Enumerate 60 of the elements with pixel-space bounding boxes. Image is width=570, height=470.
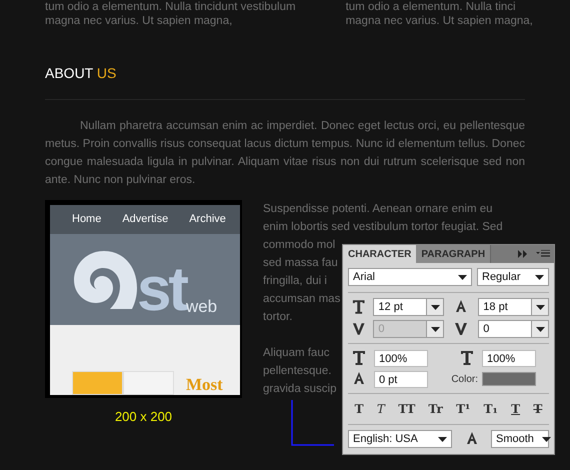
language-dropdown[interactable]: English: USA: [348, 430, 452, 448]
bold-style-button[interactable]: T: [354, 400, 364, 418]
kerning-icon: [350, 320, 368, 338]
strike-style-button[interactable]: T: [533, 400, 542, 418]
dropdown-caret-icon: [542, 436, 551, 442]
vertical-scale-field[interactable]: 100%: [374, 350, 428, 366]
dropdown-caret-icon: [458, 274, 467, 280]
dropdown-caret-icon: [430, 326, 440, 332]
panel-menu-icon[interactable]: [536, 250, 550, 258]
dropdown-caret-icon: [536, 326, 544, 332]
body-text-line: Suspendisse potenti. Aenean ornare enim eu: [263, 202, 493, 217]
anti-aliasing-dropdown[interactable]: Smooth: [491, 430, 549, 448]
vertical-scale-icon: [350, 349, 368, 367]
body-text-line: pellentesque.: [263, 364, 332, 379]
logo-text: st: [137, 265, 186, 315]
panel-tab[interactable]: CHARACTER: [343, 245, 416, 263]
tracking-dropdown[interactable]: 0: [478, 320, 549, 338]
horizontal-scale-icon: [458, 349, 476, 367]
body-text-line: enim lobortis sed vestibulum tortor feugiat. Sed: [263, 220, 503, 235]
dropdown-caret-icon: [536, 304, 544, 310]
body-text-line: Aliquam fauc: [263, 346, 330, 361]
body-text-line: tum odio a elementum. Nulla tincidunt vestibulum: [45, 0, 296, 14]
allcaps-style-button[interactable]: TT: [398, 400, 416, 418]
body-text-line: magna nec varius. Ut sapien magna,: [45, 14, 232, 28]
section-title: ABOUT US: [45, 66, 118, 80]
superscript-style-button[interactable]: T¹: [456, 400, 470, 418]
font-size-icon: [350, 298, 368, 316]
dropdown-caret-icon: [430, 304, 440, 310]
baseline-shift-field[interactable]: 0 pt: [374, 370, 428, 388]
body-text-line: commodo mol: [263, 238, 336, 253]
dropdown-caret-icon: [535, 274, 544, 280]
dropdown-caret-icon: [438, 436, 447, 442]
body-text-line: accumsan mas: [263, 292, 340, 307]
logo-subtext: web: [186, 298, 218, 315]
nav-link[interactable]: Home: [72, 211, 102, 228]
panel-tab[interactable]: PARAGRAPH: [416, 245, 492, 263]
intro-paragraph: Nullam pharetra accumsan enim ac imperdiet. Donec eget lectus orci, eu pellentesque metus. Proin convallis risus consequat lacus dictum tempus. Nunc id elementum tellus. Donec congue malesuada ligula in pulvinar. Aliquam vitae risus non dui rutrum scelerisque sed non ante. Nunc non pulvinar eros.: [45, 119, 525, 188]
font-style-dropdown[interactable]: Regular: [477, 268, 549, 286]
smallcaps-style-button[interactable]: Tr: [428, 400, 443, 418]
font-family-dropdown[interactable]: Arial: [348, 268, 472, 286]
guide-line: [291, 400, 334, 446]
underline-style-button[interactable]: T: [511, 400, 520, 418]
font-size-dropdown[interactable]: 12 pt: [373, 298, 444, 316]
body-text-line: sed massa fau: [263, 256, 338, 271]
body-text-line: tortor.: [263, 310, 292, 325]
expand-icon[interactable]: [518, 250, 528, 258]
color-label: Color:: [450, 372, 478, 386]
color-swatch[interactable]: [482, 372, 536, 386]
body-text-line: magna nec varius. Ut sapien magna,: [346, 14, 533, 28]
leading-dropdown[interactable]: 18 pt: [478, 298, 549, 316]
body-text-line: gravida suscip: [263, 382, 337, 397]
nav-link[interactable]: Advertise: [122, 211, 168, 228]
content-heading: Most: [186, 375, 223, 395]
horizontal-scale-field[interactable]: 100%: [482, 350, 536, 366]
body-text-line: tum odio a elementum. Nulla tinci: [346, 0, 516, 14]
nav-link[interactable]: Archive: [189, 211, 226, 228]
image-caption: 200 x 200: [114, 408, 172, 426]
subscript-style-button[interactable]: T₁: [484, 400, 498, 418]
italic-style-button[interactable]: T: [376, 400, 385, 418]
body-text-line: fringilla, dui i: [263, 274, 327, 289]
